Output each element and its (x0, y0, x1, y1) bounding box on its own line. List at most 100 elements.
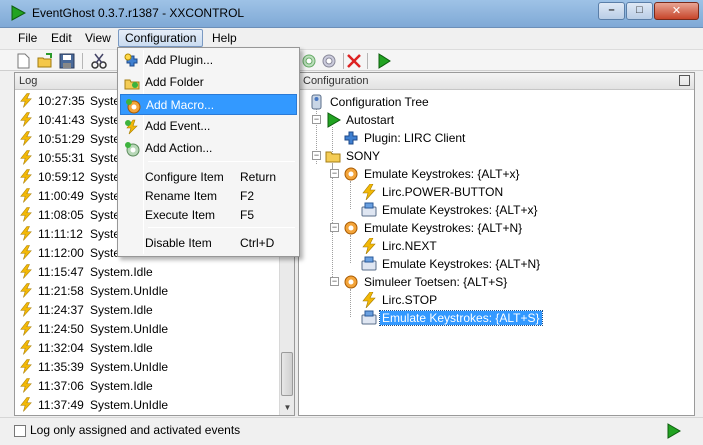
tree-collapse-icon[interactable]: − (312, 115, 321, 124)
minimize-icon: – (608, 4, 615, 16)
menu-item-rename-item[interactable]: Rename Item F2 (120, 186, 297, 207)
menu-item-add-macro[interactable]: Add Macro... (120, 94, 297, 115)
log-row[interactable]: 11:37:49 System.UnIdle (15, 395, 281, 414)
log-time: 11:32:04 (38, 341, 84, 355)
close-button[interactable]: ✕ (654, 2, 699, 20)
action-add-icon (125, 142, 140, 157)
event-bolt-icon (20, 283, 32, 298)
configuration-panel-title: Configuration (303, 75, 369, 87)
menu-item-add-event[interactable]: Add Event... (120, 116, 297, 137)
folder-add-icon (124, 79, 140, 90)
cut-icon[interactable] (90, 52, 108, 70)
menu-item-label: Add Macro... (146, 98, 215, 112)
menu-file[interactable]: File (12, 30, 43, 46)
log-event: System.UnIdle (90, 322, 169, 336)
execute-icon[interactable] (375, 52, 393, 70)
menu-item-add-plugin[interactable]: Add Plugin... (120, 50, 297, 71)
scroll-down-icon[interactable]: ▼ (280, 400, 295, 415)
autostart-icon (327, 112, 341, 128)
toolbar-separator (367, 53, 368, 69)
add-action-icon[interactable] (320, 52, 338, 70)
menu-help[interactable]: Help (206, 30, 243, 46)
menu-item-shortcut: Ctrl+D (240, 236, 275, 250)
log-filter-checkbox[interactable] (14, 425, 26, 437)
menu-item-shortcut: F2 (240, 189, 255, 203)
tree-node-label: Emulate Keystrokes: {ALT+N} (364, 221, 523, 235)
menu-configuration[interactable]: Configuration (118, 29, 204, 47)
tree-node-label: Simuleer Toetsen: {ALT+S} (364, 275, 508, 289)
tree-node-label: Emulate Keystrokes: {ALT+x} (364, 167, 520, 181)
title-bar: EventGhost 0.3.7.r1387 - XXCONTROL – □ ✕ (0, 0, 703, 28)
event-bolt-icon (20, 245, 32, 260)
scroll-thumb[interactable] (281, 352, 293, 396)
menu-item-label: Add Event... (145, 119, 211, 133)
toolbar (0, 49, 703, 71)
status-bar: Log only assigned and activated events (0, 417, 703, 445)
maximize-button[interactable]: □ (626, 2, 653, 20)
menu-separator (148, 161, 295, 162)
tree-node-label: Lirc.POWER-BUTTON (382, 185, 504, 199)
log-time: 10:55:31 (38, 151, 85, 165)
tree-collapse-icon[interactable]: − (330, 169, 339, 178)
panel-close-icon[interactable] (679, 75, 690, 86)
tree-collapse-icon[interactable]: − (312, 151, 321, 160)
tree-collapse-icon[interactable]: − (330, 223, 339, 232)
log-time: 11:24:50 (38, 322, 84, 336)
log-time: 10:41:43 (38, 113, 85, 127)
menu-item-execute-item[interactable]: Execute Item F5 (120, 205, 297, 226)
plugin-icon (344, 131, 358, 145)
configuration-menu: Add Plugin... Add Folder Add Macro... Add E… (117, 47, 300, 257)
tree-collapse-icon[interactable]: − (330, 277, 339, 286)
event-icon (362, 292, 376, 308)
menu-item-add-action[interactable]: Add Action... (120, 138, 297, 159)
log-filter-label[interactable]: Log only assigned and activated events (30, 423, 240, 437)
menu-item-disable-item[interactable]: Disable Item Ctrl+D (120, 233, 297, 254)
event-bolt-icon (20, 378, 32, 393)
log-time: 11:12:00 (38, 246, 84, 260)
event-bolt-icon (20, 207, 32, 222)
log-row[interactable]: 11:15:47 System.Idle (15, 262, 281, 281)
menu-view[interactable]: View (79, 30, 117, 46)
status-play-icon[interactable] (665, 423, 681, 439)
log-time: 11:11:12 (38, 227, 83, 241)
menu-item-shortcut: Return (240, 170, 277, 184)
macro-add-icon (126, 99, 141, 114)
save-icon[interactable] (58, 52, 76, 70)
tree-connector (350, 235, 351, 263)
keyboard-action-icon (361, 310, 377, 325)
menu-separator (148, 227, 295, 228)
open-icon[interactable] (36, 52, 54, 70)
menu-item-label: Add Action... (145, 141, 213, 155)
log-row[interactable]: 11:37:06 System.Idle (15, 376, 281, 395)
menu-item-add-folder[interactable]: Add Folder (120, 72, 297, 93)
event-bolt-icon (20, 264, 32, 279)
toolbar-separator (82, 53, 83, 69)
menu-edit[interactable]: Edit (45, 30, 78, 46)
log-event: System.Idle (90, 379, 153, 393)
event-bolt-icon (20, 397, 32, 412)
log-row[interactable]: 11:24:37 System.Idle (15, 300, 281, 319)
new-icon[interactable] (14, 52, 32, 70)
log-panel-title: Log (19, 75, 38, 87)
log-event: System.UnIdle (90, 360, 169, 374)
log-row[interactable]: 11:32:04 System.Idle (15, 338, 281, 357)
event-bolt-icon (20, 131, 32, 146)
menu-item-label: Add Plugin... (145, 53, 214, 67)
menu-item-configure-item[interactable]: Configure Item Return (120, 167, 297, 188)
log-time: 11:37:06 (38, 379, 84, 393)
log-row[interactable]: 11:35:39 System.UnIdle (15, 357, 281, 376)
add-event-icon[interactable] (300, 52, 318, 70)
menu-item-label: Configure Item (145, 170, 224, 184)
minimize-button[interactable]: – (598, 2, 625, 20)
keyboard-action-icon (361, 256, 377, 271)
eventghost-logo-icon (11, 5, 26, 21)
log-time: 11:08:05 (38, 208, 84, 222)
log-row[interactable]: 11:24:50 System.UnIdle (15, 319, 281, 338)
event-bolt-icon (20, 112, 32, 127)
plugin-icon (124, 53, 138, 67)
log-row[interactable]: 11:21:58 System.UnIdle (15, 281, 281, 300)
event-add-icon (125, 119, 138, 135)
configuration-tree[interactable]: Configuration Tree Autostart − Plugin: LIRC… (299, 91, 694, 415)
disable-icon[interactable] (345, 52, 363, 70)
tree-node-label: Autostart (346, 113, 395, 127)
